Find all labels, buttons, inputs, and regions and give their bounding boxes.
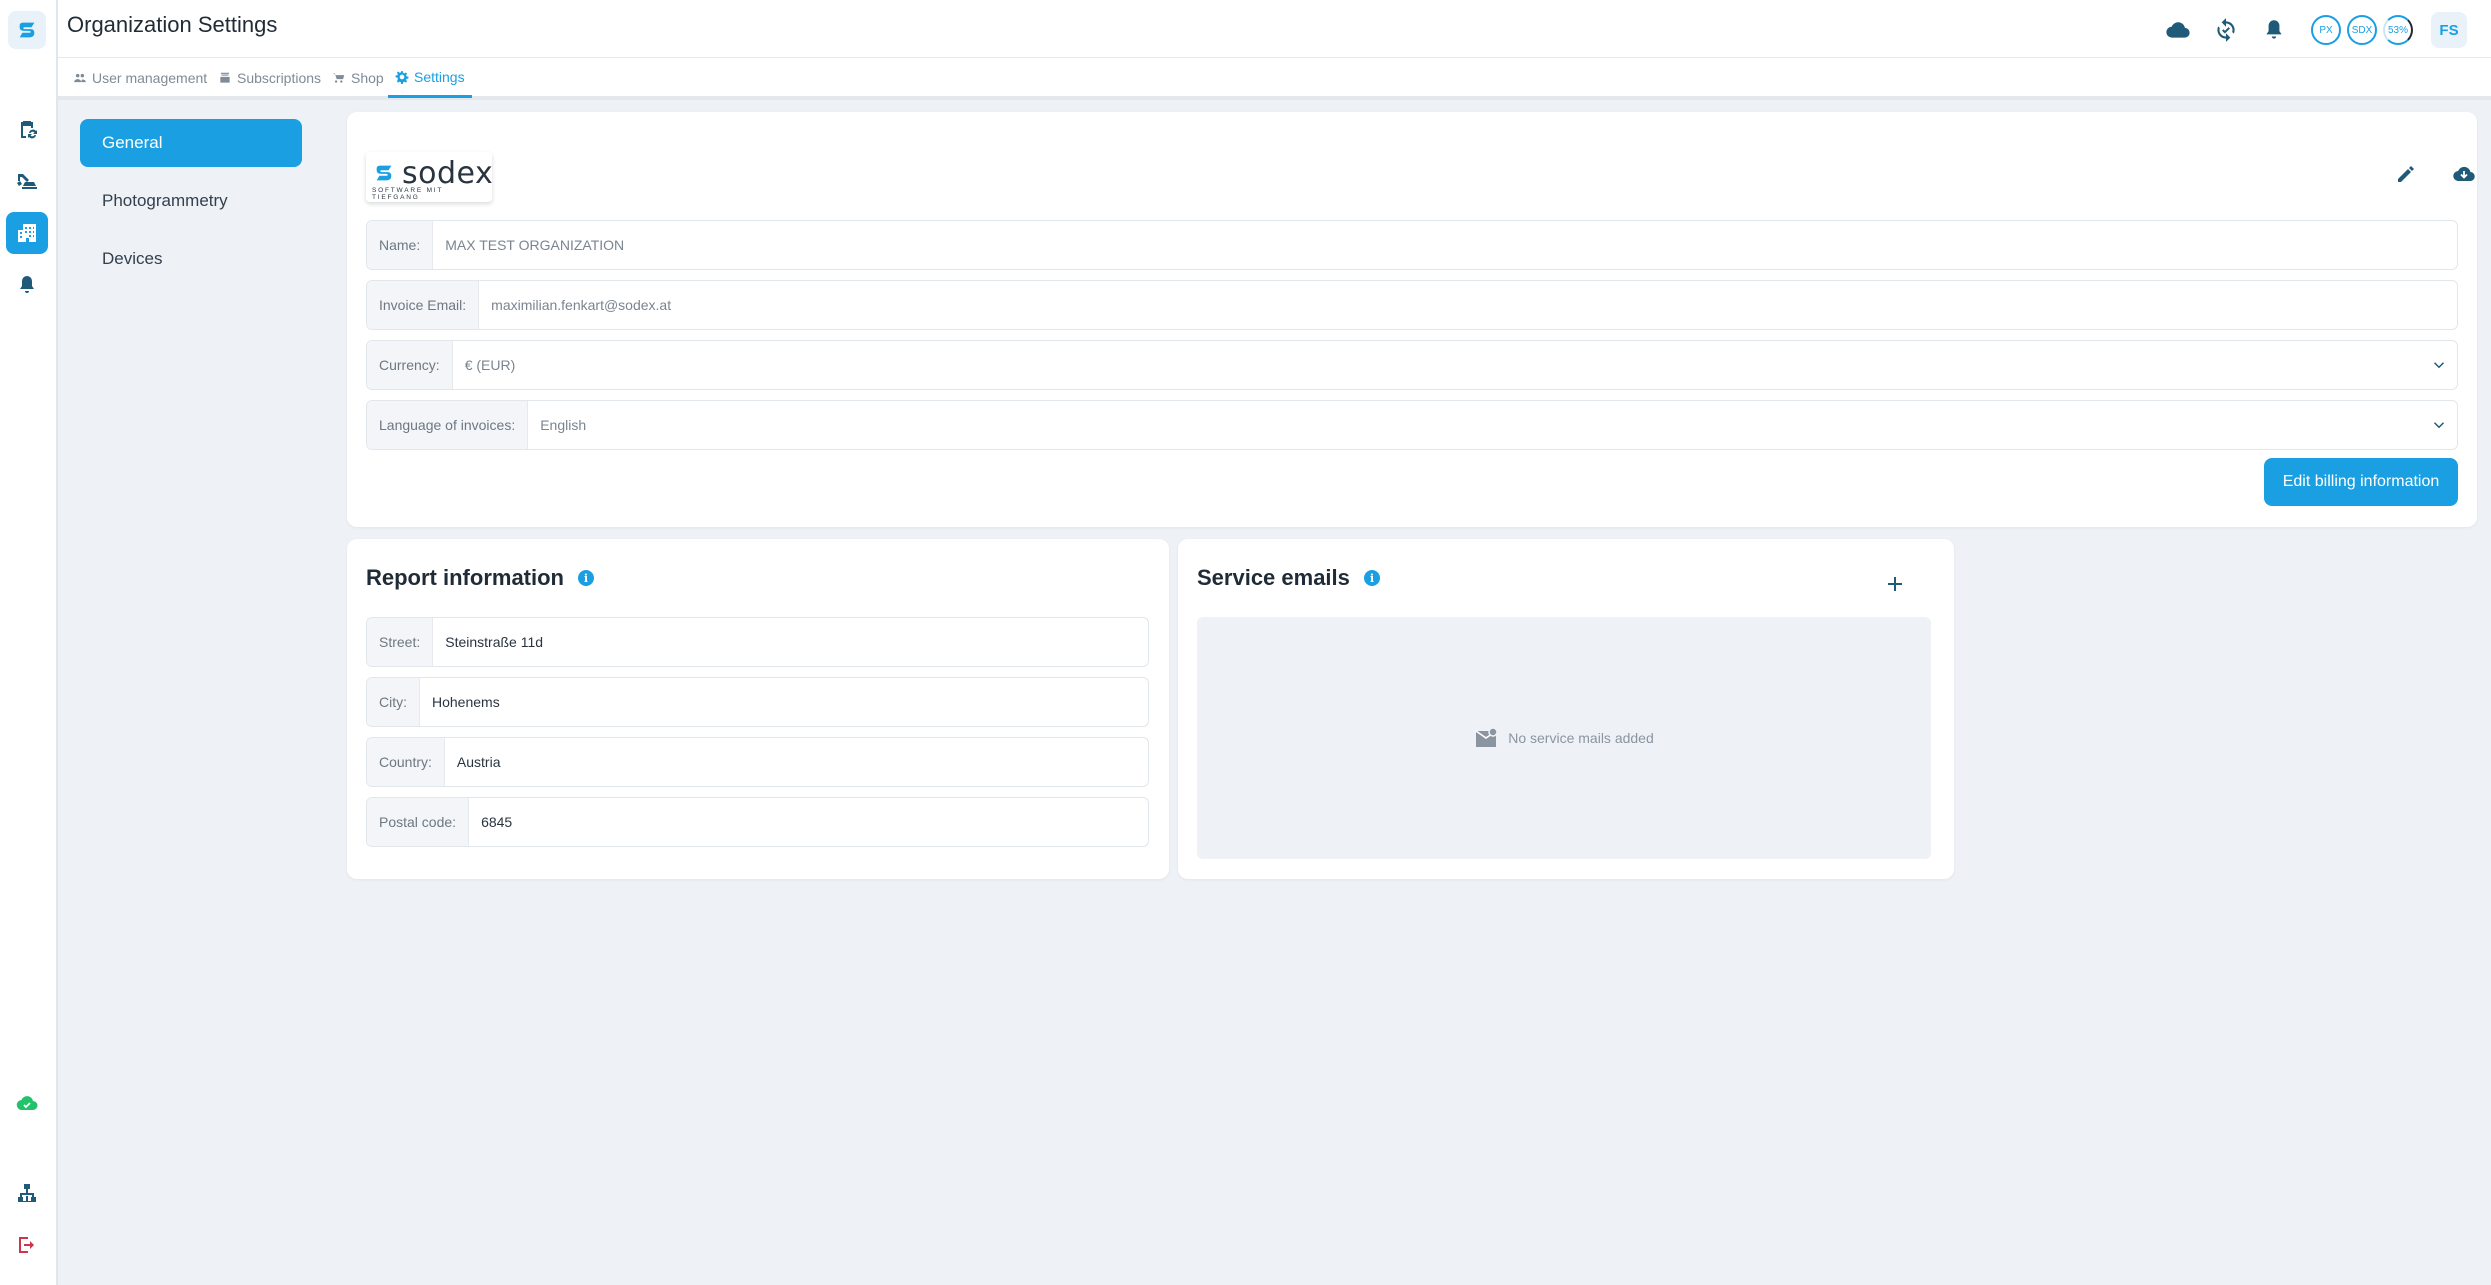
tab-user-management[interactable]: User management (71, 58, 209, 98)
info-icon[interactable]: i (578, 570, 594, 586)
report-title-text: Report information (366, 565, 564, 590)
report-information-card: Report information i Street: Steinstraße… (347, 539, 1169, 879)
left-rail (0, 0, 58, 1285)
network-icon[interactable] (6, 1172, 48, 1214)
logout-icon[interactable] (6, 1224, 48, 1266)
tab-bar: User management Subscriptions Shop Setti… (58, 58, 2491, 100)
sodex-logo-icon[interactable] (8, 11, 46, 49)
tab-label: Subscriptions (237, 70, 322, 86)
city-field[interactable]: City: Hohenems (366, 677, 1149, 727)
logo-wordmark: sodex (402, 156, 494, 191)
tab-label: User management (92, 70, 208, 86)
cloud-check-icon[interactable] (6, 1083, 48, 1125)
service-emails-empty-state: No service mails added (1197, 617, 1931, 859)
bell-icon[interactable] (6, 264, 48, 306)
tab-shop[interactable]: Shop (330, 58, 386, 98)
service-title-text: Service emails (1197, 565, 1350, 590)
excavator-icon[interactable] (6, 160, 48, 202)
gear-icon (395, 70, 409, 84)
billing-card: sodex SOFTWARE MIT TIEFGANG Name: MAX TE… (347, 112, 2477, 527)
sidenav-item-devices[interactable]: Devices (80, 235, 302, 283)
invoice-language-select[interactable]: Language of invoices: English (366, 400, 2458, 450)
service-title: Service emails i (1197, 565, 1380, 591)
clipboard-sync-icon[interactable] (6, 108, 48, 150)
invoice-language-label: Language of invoices: (367, 401, 529, 449)
top-header: Organization Settings PX SDX 53% FS (58, 0, 2491, 58)
tab-label: Settings (414, 68, 465, 85)
cart-icon (333, 73, 345, 83)
country-label: Country: (367, 738, 445, 786)
street-label: Street: (367, 618, 434, 666)
plus-icon (1888, 577, 1902, 591)
settings-sidenav: General Photogrammetry Devices (80, 119, 302, 293)
invoice-email-label: Invoice Email: (367, 281, 480, 329)
logo-tagline: SOFTWARE MIT TIEFGANG (372, 187, 444, 201)
usage-progress-ring[interactable]: 53% (2383, 15, 2413, 45)
invoice-language-value: English (540, 417, 587, 433)
currency-value: € (EUR) (464, 357, 516, 373)
empty-state-text: No service mails added (1508, 730, 1654, 746)
city-label: City: (367, 678, 420, 726)
info-icon[interactable]: i (1363, 570, 1380, 586)
service-emails-card: Service emails i No service mails added (1178, 539, 1954, 879)
user-avatar[interactable]: FS (2431, 12, 2467, 48)
street-value: Steinstraße 11d (445, 634, 544, 650)
cloud-icon[interactable] (2161, 13, 2195, 47)
chevron-down-icon[interactable] (2421, 356, 2457, 374)
sdx-progress-ring[interactable]: SDX (2347, 15, 2377, 45)
chevron-down-icon[interactable] (2421, 416, 2457, 434)
sidenav-item-general[interactable]: General (80, 119, 302, 167)
sync-icon[interactable] (2209, 13, 2243, 47)
sodex-logo-icon (376, 165, 392, 181)
tab-subscriptions[interactable]: Subscriptions (216, 58, 323, 98)
currency-select[interactable]: Currency: € (EUR) (366, 340, 2458, 390)
city-value: Hohenems (432, 694, 500, 710)
postal-code-value: 6845 (481, 814, 513, 830)
subscriptions-icon (220, 72, 230, 83)
edit-icon[interactable] (2389, 157, 2423, 191)
sidenav-item-photogrammetry[interactable]: Photogrammetry (80, 177, 302, 225)
currency-label: Currency: (367, 341, 453, 389)
tab-settings[interactable]: Settings (388, 58, 472, 98)
page-title: Organization Settings (67, 12, 278, 37)
postal-code-label: Postal code: (367, 798, 470, 846)
organization-logo[interactable]: sodex SOFTWARE MIT TIEFGANG (366, 152, 494, 202)
main-content: General Photogrammetry Devices sodex SOF… (70, 103, 2480, 1275)
edit-billing-button[interactable]: Edit billing information (2264, 458, 2458, 506)
mail-icon (1475, 727, 1498, 747)
name-field[interactable]: Name: MAX TEST ORGANIZATION (366, 220, 2458, 270)
cloud-download-icon[interactable] (2447, 157, 2481, 191)
organization-icon[interactable] (6, 212, 48, 254)
add-service-email-button[interactable] (1878, 567, 1912, 601)
country-field[interactable]: Country: Austria (366, 737, 1149, 787)
name-label: Name: (367, 221, 434, 269)
street-field[interactable]: Street: Steinstraße 11d (366, 617, 1149, 667)
notifications-icon[interactable] (2257, 13, 2291, 47)
users-icon (74, 73, 86, 83)
px-progress-ring[interactable]: PX (2311, 15, 2341, 45)
report-title: Report information i (366, 565, 594, 591)
tab-label: Shop (351, 70, 384, 86)
postal-code-field[interactable]: Postal code: 6845 (366, 797, 1149, 847)
name-value: MAX TEST ORGANIZATION (445, 237, 625, 253)
invoice-email-value: maximilian.fenkart@sodex.at (491, 297, 672, 313)
invoice-email-field[interactable]: Invoice Email: maximilian.fenkart@sodex.… (366, 280, 2458, 330)
country-value: Austria (456, 754, 501, 770)
